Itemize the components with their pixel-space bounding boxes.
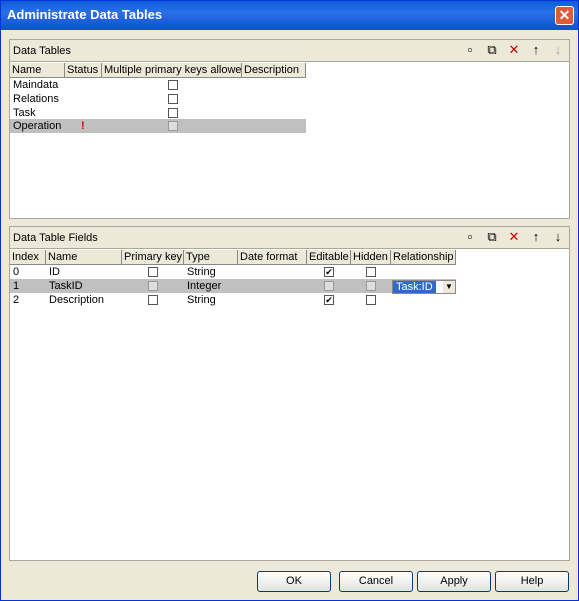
- multikey-checkbox[interactable]: [168, 80, 178, 90]
- editable-checkbox[interactable]: ✔: [324, 295, 334, 305]
- col-date-format[interactable]: Date format: [238, 250, 307, 265]
- data-tables-panel: Data Tables ▫ ⧉ ✕ ↑ ↓ Name Status Multip…: [9, 39, 570, 219]
- col-hidden[interactable]: Hidden: [351, 250, 391, 265]
- window-title: Administrate Data Tables: [7, 7, 163, 22]
- cancel-button[interactable]: Cancel: [339, 571, 413, 592]
- dialog-window: Administrate Data Tables ✕ Data Tables ▫…: [0, 0, 579, 601]
- col-name[interactable]: Name: [46, 250, 122, 265]
- col-type[interactable]: Type: [184, 250, 238, 265]
- data-tables-title: Data Tables: [13, 45, 71, 57]
- col-description[interactable]: Description: [242, 63, 306, 78]
- editable-checkbox[interactable]: ✔: [324, 267, 334, 277]
- new-icon[interactable]: ▫: [463, 43, 477, 57]
- fields-title: Data Table Fields: [13, 232, 98, 244]
- multikey-checkbox[interactable]: [168, 94, 178, 104]
- table-cell[interactable]: 0: [10, 266, 19, 279]
- delete-icon[interactable]: ✕: [507, 43, 521, 57]
- hidden-checkbox[interactable]: [366, 281, 376, 291]
- copy-icon[interactable]: ⧉: [485, 230, 499, 244]
- multikey-checkbox[interactable]: [168, 121, 178, 131]
- col-status[interactable]: Status: [65, 63, 102, 78]
- arrow-up-icon[interactable]: ↑: [529, 43, 543, 57]
- delete-icon[interactable]: ✕: [507, 230, 521, 244]
- new-icon[interactable]: ▫: [463, 230, 477, 244]
- list-item[interactable]: Task: [10, 107, 36, 120]
- close-icon: ✕: [558, 7, 571, 23]
- hidden-checkbox[interactable]: [366, 295, 376, 305]
- primary-key-checkbox[interactable]: [148, 281, 158, 291]
- col-editable[interactable]: Editable: [307, 250, 351, 265]
- table-cell[interactable]: 1: [10, 280, 19, 293]
- list-item[interactable]: Operation: [10, 120, 61, 133]
- data-table-fields-panel: Data Table Fields ▫ ⧉ ✕ ↑ ↓ Index Name P…: [9, 226, 570, 561]
- relationship-select[interactable]: Task:ID ▼: [392, 280, 456, 294]
- col-primary-key[interactable]: Primary key: [122, 250, 184, 265]
- arrow-up-icon[interactable]: ↑: [529, 230, 543, 244]
- primary-key-checkbox[interactable]: [148, 295, 158, 305]
- list-item[interactable]: Relations: [10, 93, 59, 106]
- editable-checkbox[interactable]: [324, 281, 334, 291]
- table-cell[interactable]: 2: [10, 294, 19, 307]
- table-cell[interactable]: ID: [46, 266, 60, 279]
- list-item[interactable]: Maindata: [10, 79, 58, 92]
- help-button[interactable]: Help: [495, 571, 569, 592]
- table-cell[interactable]: Description: [46, 294, 104, 307]
- col-name[interactable]: Name: [10, 63, 65, 78]
- close-button[interactable]: ✕: [555, 6, 574, 25]
- col-multiple-keys[interactable]: Multiple primary keys allowed: [102, 63, 242, 78]
- copy-icon[interactable]: ⧉: [485, 43, 499, 57]
- title-bar[interactable]: Administrate Data Tables ✕: [1, 1, 578, 30]
- table-cell[interactable]: String: [184, 266, 216, 279]
- multikey-checkbox[interactable]: [168, 108, 178, 118]
- primary-key-checkbox[interactable]: [148, 267, 158, 277]
- chevron-down-icon[interactable]: ▼: [443, 281, 455, 293]
- hidden-checkbox[interactable]: [366, 267, 376, 277]
- arrow-down-icon[interactable]: ↓: [551, 230, 565, 244]
- col-relationship[interactable]: Relationship: [391, 250, 456, 265]
- table-cell[interactable]: String: [184, 294, 216, 307]
- col-index[interactable]: Index: [10, 250, 46, 265]
- ok-button[interactable]: OK: [257, 571, 331, 592]
- relationship-value: Task:ID: [393, 281, 436, 293]
- table-cell[interactable]: Integer: [184, 280, 221, 293]
- arrow-down-icon: ↓: [554, 42, 562, 57]
- apply-button[interactable]: Apply: [417, 571, 491, 592]
- status-badge: !: [81, 120, 85, 132]
- table-cell[interactable]: TaskID: [46, 280, 83, 293]
